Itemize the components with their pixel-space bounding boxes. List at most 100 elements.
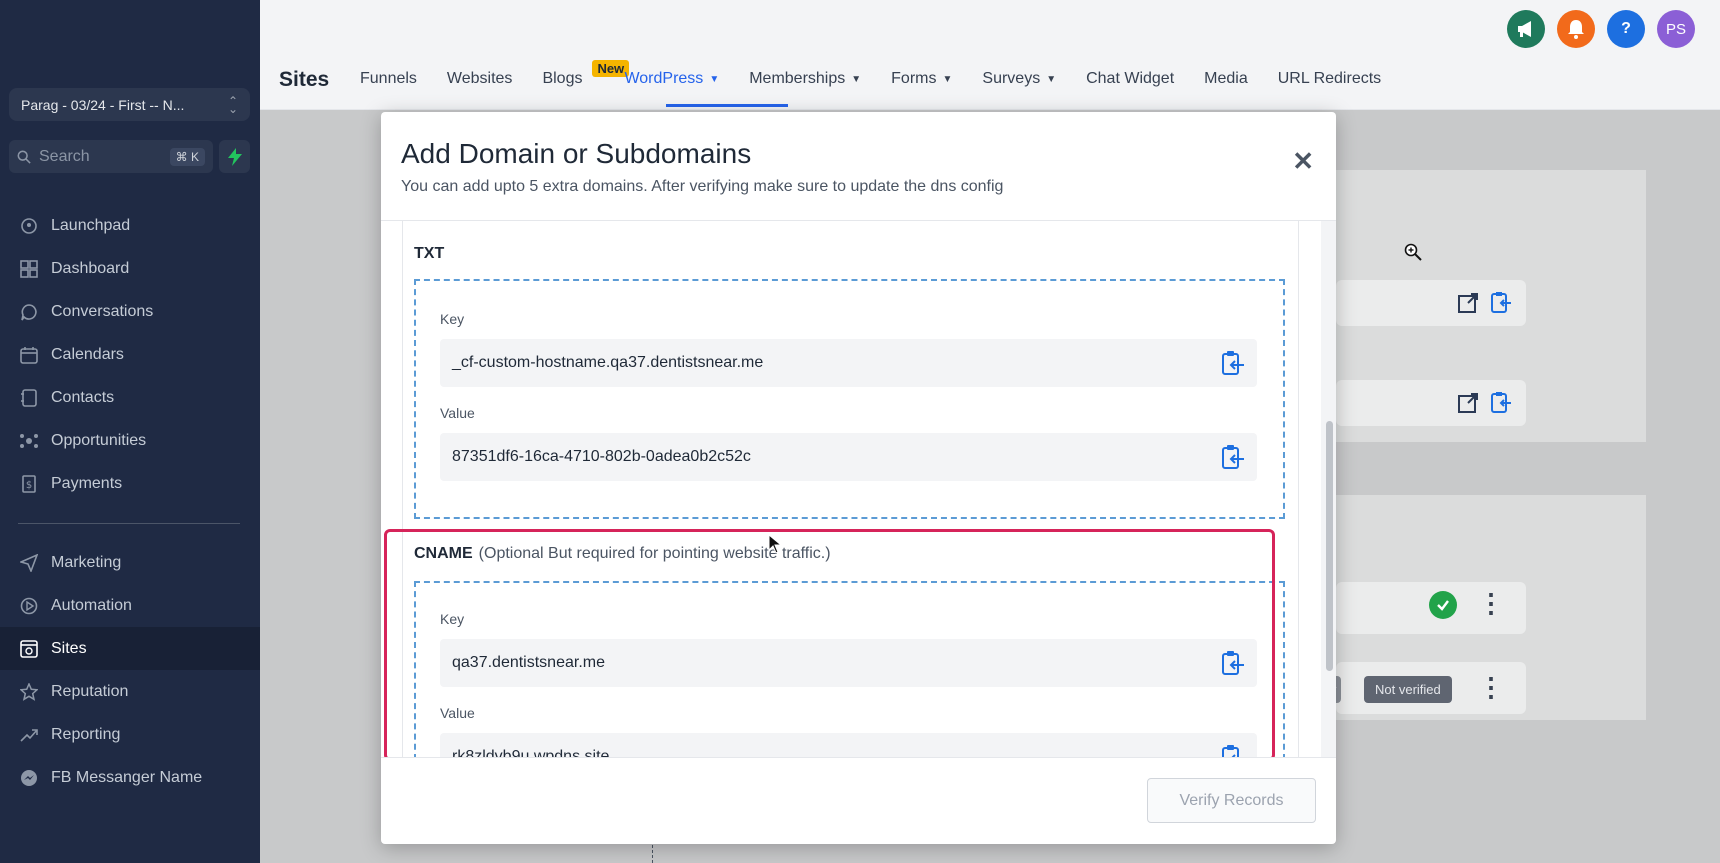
txt-value-value: 87351df6-16ca-4710-802b-0adea0b2c52c: [452, 448, 751, 465]
txt-key-field[interactable]: _cf-custom-hostname.qa37.dentistsnear.me: [440, 339, 1257, 387]
tab-label: Memberships: [749, 70, 846, 87]
avatar-initials: PS: [1665, 20, 1686, 38]
sidebar-item-label: Reporting: [51, 725, 121, 743]
sidebar-search[interactable]: Search ⌘ K: [9, 140, 213, 173]
chevron-updown-icon: ⌃ ⌄: [227, 93, 238, 116]
sidebar-item-reporting[interactable]: Reporting: [0, 713, 260, 756]
page-title: Sites: [279, 68, 330, 91]
tab-label: Forms: [891, 70, 937, 87]
modal-title: Add Domain or Subdomains: [401, 138, 752, 169]
star-icon: [19, 682, 39, 702]
sidebar: Parag - 03/24 - First -- N... ⌃ ⌄ Search …: [0, 0, 260, 863]
sidebar-item-label: Launchpad: [51, 216, 131, 234]
add-domain-modal: Add Domain or Subdomains You can add upt…: [381, 112, 1336, 844]
sidebar-item-label: Dashboard: [51, 259, 130, 277]
txt-value-label: Value: [440, 405, 475, 421]
sidebar-divider: [18, 523, 240, 524]
search-shortcut: ⌘ K: [169, 147, 205, 166]
sidebar-item-conversations[interactable]: Conversations: [0, 290, 260, 333]
help-icon[interactable]: ?: [1607, 10, 1645, 48]
announcement-megaphone-icon[interactable]: [1507, 10, 1545, 48]
modal-scrollbar[interactable]: [1321, 221, 1336, 757]
opportunities-icon: [19, 431, 39, 451]
modal-body[interactable]: TXT Key _cf-custom-hostname.qa37.dentist…: [381, 220, 1336, 758]
txt-record-box: Key _cf-custom-hostname.qa37.dentistsnea…: [414, 279, 1285, 519]
tab-chat-widget[interactable]: Chat Widget: [1086, 70, 1174, 88]
sidebar-nav-secondary: Marketing Automation Sites Reputation Re…: [0, 541, 260, 799]
rocket-icon: [19, 216, 39, 236]
tab-forms[interactable]: Forms ▼: [891, 70, 952, 88]
clipboard-icon: [1489, 290, 1513, 319]
chevron-down-icon: ▼: [1046, 73, 1057, 85]
sidebar-item-label: Contacts: [51, 388, 115, 406]
sidebar-item-label: Reputation: [51, 682, 129, 700]
more-vertical-icon: ⋮: [1478, 588, 1504, 618]
external-link-icon: [1457, 392, 1479, 419]
sidebar-item-label: Payments: [51, 474, 123, 492]
active-tab-underline: [666, 104, 788, 107]
more-vertical-icon: ⋮: [1478, 672, 1504, 702]
notification-bell-icon[interactable]: [1557, 10, 1595, 48]
sidebar-item-label: Automation: [51, 596, 132, 614]
verify-records-button[interactable]: Verify Records: [1147, 778, 1316, 823]
tab-label: Funnels: [360, 70, 417, 87]
mouse-pointer-icon: [768, 533, 783, 559]
sidebar-item-launchpad[interactable]: Launchpad: [0, 204, 260, 247]
sidebar-item-sites[interactable]: Sites: [0, 627, 260, 670]
sidebar-item-dashboard[interactable]: Dashboard: [0, 247, 260, 290]
verified-check-icon: [1429, 591, 1457, 619]
tab-memberships[interactable]: Memberships ▼: [749, 70, 861, 88]
sidebar-item-label: Marketing: [51, 553, 122, 571]
chevron-down-icon: ▼: [942, 73, 953, 85]
payments-icon: $: [19, 474, 39, 494]
sidebar-item-fb-messenger[interactable]: FB Messanger Name: [0, 756, 260, 799]
search-icon: [17, 150, 31, 164]
avatar[interactable]: PS: [1657, 10, 1695, 48]
sites-icon: [19, 639, 39, 659]
top-icons: ? PS: [1495, 10, 1695, 48]
tab-websites[interactable]: Websites: [447, 70, 513, 88]
copy-clipboard-icon[interactable]: [1221, 444, 1245, 475]
sidebar-item-opportunities[interactable]: Opportunities: [0, 419, 260, 462]
chevron-down-icon: ▼: [851, 73, 862, 85]
external-link-icon: [1457, 292, 1479, 319]
quick-action-button[interactable]: [219, 140, 250, 173]
txt-key-value: _cf-custom-hostname.qa37.dentistsnear.me: [452, 354, 764, 371]
sidebar-item-calendars[interactable]: Calendars: [0, 333, 260, 376]
sidebar-item-contacts[interactable]: Contacts: [0, 376, 260, 419]
tab-label: Media: [1204, 70, 1248, 87]
sidebar-item-marketing[interactable]: Marketing: [0, 541, 260, 584]
tab-url-redirects[interactable]: URL Redirects: [1278, 70, 1381, 88]
chat-bubble-icon: [19, 302, 39, 322]
top-tabs: Funnels Websites Blogs New WordPress ▼ Mem…: [360, 60, 1411, 88]
scrollbar-thumb[interactable]: [1326, 421, 1333, 671]
tab-wordpress[interactable]: WordPress ▼: [624, 70, 719, 88]
automation-icon: [19, 596, 39, 616]
sidebar-item-reputation[interactable]: Reputation: [0, 670, 260, 713]
copy-clipboard-icon[interactable]: [1221, 350, 1245, 381]
clipboard-icon: [1489, 390, 1513, 419]
sidebar-item-label: FB Messanger Name: [51, 768, 203, 786]
tab-label: Surveys: [982, 70, 1041, 87]
paper-plane-icon: [19, 553, 39, 573]
tab-funnels[interactable]: Funnels: [360, 70, 417, 88]
cname-highlight-box: [384, 529, 1275, 757]
contacts-book-icon: [19, 388, 39, 408]
sidebar-item-label: Calendars: [51, 345, 124, 363]
lightning-icon: [227, 147, 242, 166]
txt-value-field[interactable]: 87351df6-16ca-4710-802b-0adea0b2c52c: [440, 433, 1257, 481]
location-switcher[interactable]: Parag - 03/24 - First -- N... ⌃ ⌄: [9, 88, 250, 121]
tab-media[interactable]: Media: [1204, 70, 1248, 88]
tab-blogs[interactable]: Blogs New: [542, 60, 630, 88]
messenger-icon: [19, 768, 39, 788]
sidebar-item-automation[interactable]: Automation: [0, 584, 260, 627]
help-label: ?: [1621, 20, 1631, 37]
sidebar-item-payments[interactable]: $ Payments: [0, 462, 260, 505]
tab-label: Chat Widget: [1086, 70, 1175, 87]
close-icon[interactable]: ✕: [1292, 146, 1314, 177]
modal-subtitle: You can add upto 5 extra domains. After …: [401, 178, 1004, 195]
tab-surveys[interactable]: Surveys ▼: [982, 70, 1056, 88]
search-placeholder: Search: [39, 147, 90, 165]
sidebar-item-label: Opportunities: [51, 431, 147, 449]
dashboard-icon: [19, 259, 39, 279]
